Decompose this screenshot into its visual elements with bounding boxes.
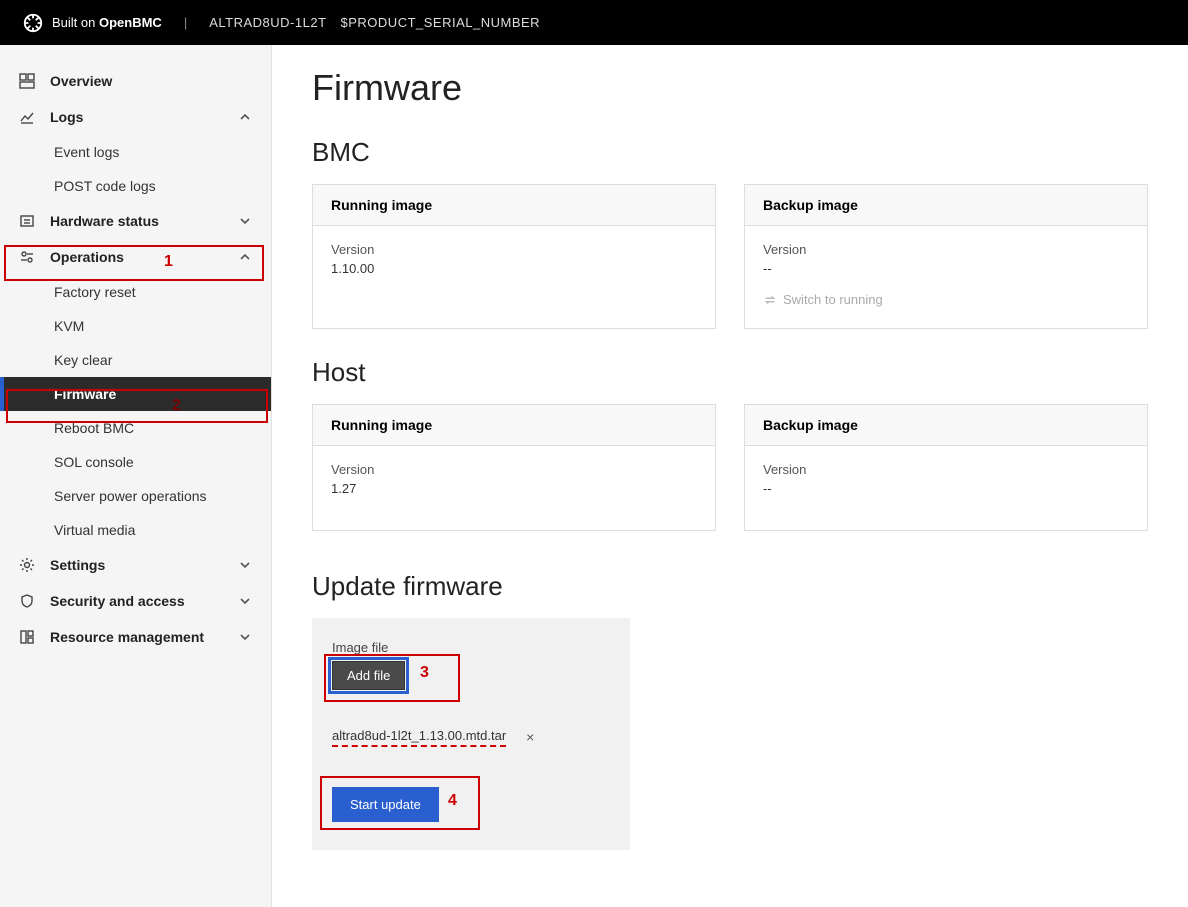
annotation-number-3: 3 (420, 664, 429, 682)
sidebar-item-event-logs[interactable]: Event logs (0, 135, 271, 169)
switch-to-running-label: Switch to running (783, 292, 883, 307)
host-backup-title: Backup image (745, 405, 1147, 446)
host-running-card: Running image Version 1.27 (312, 404, 716, 531)
sidebar-item-operations[interactable]: Operations (0, 239, 271, 275)
chevron-down-icon (239, 631, 253, 643)
host-backup-card: Backup image Version -- (744, 404, 1148, 531)
bmc-running-version: 1.10.00 (331, 261, 697, 276)
sidebar-item-key-clear[interactable]: Key clear (0, 343, 271, 377)
chevron-down-icon (239, 215, 253, 227)
sidebar-item-sol-console[interactable]: SOL console (0, 445, 271, 479)
header-separator: | (184, 15, 187, 30)
update-firmware-panel: Image file Add file altrad8ud-1l2t_1.13.… (312, 618, 630, 850)
settings-label: Settings (50, 557, 225, 573)
sidebar-item-server-power-operations[interactable]: Server power operations (0, 479, 271, 513)
main-content: Firmware BMC Running image Version 1.10.… (272, 45, 1188, 907)
sidebar-item-post-code-logs[interactable]: POST code logs (0, 169, 271, 203)
sidebar-item-factory-reset[interactable]: Factory reset (0, 275, 271, 309)
host-running-version: 1.27 (331, 481, 697, 496)
settings-icon (18, 557, 36, 573)
resource-icon (18, 629, 36, 645)
chevron-up-icon (239, 111, 253, 123)
overview-icon (18, 73, 36, 89)
bmc-running-card: Running image Version 1.10.00 (312, 184, 716, 329)
top-header: Built on OpenBMC | ALTRAD8UD-1L2T $PRODU… (0, 0, 1188, 45)
sidebar-item-virtual-media[interactable]: Virtual media (0, 513, 271, 547)
openbmc-logo-icon (22, 12, 44, 34)
overview-label: Overview (50, 73, 253, 89)
brand-text: Built on OpenBMC (52, 15, 162, 30)
sidebar-item-firmware[interactable]: Firmware (0, 377, 271, 411)
header-serial: $PRODUCT_SERIAL_NUMBER (341, 15, 541, 30)
bmc-running-title: Running image (313, 185, 715, 226)
page-title: Firmware (312, 67, 1148, 109)
sidebar-item-settings[interactable]: Settings (0, 547, 271, 583)
update-firmware-heading: Update firmware (312, 571, 1148, 602)
sidebar-item-overview[interactable]: Overview (0, 63, 271, 99)
host-running-version-label: Version (331, 462, 697, 477)
sidebar-item-hardware-status[interactable]: Hardware status (0, 203, 271, 239)
sidebar-item-resource-management[interactable]: Resource management (0, 619, 271, 655)
bmc-backup-title: Backup image (745, 185, 1147, 226)
chevron-up-icon (239, 251, 253, 263)
hardware-label: Hardware status (50, 213, 225, 229)
logs-label: Logs (50, 109, 225, 125)
clear-file-button[interactable]: × (526, 729, 534, 745)
add-file-button[interactable]: Add file (332, 661, 405, 690)
image-file-label: Image file (332, 640, 610, 655)
header-model: ALTRAD8UD-1L2T (209, 15, 326, 30)
shield-icon (18, 593, 36, 609)
brand: Built on OpenBMC (22, 12, 162, 34)
sidebar-item-reboot-bmc[interactable]: Reboot BMC (0, 411, 271, 445)
sidebar-item-kvm[interactable]: KVM (0, 309, 271, 343)
operations-label: Operations (50, 249, 225, 265)
host-running-title: Running image (313, 405, 715, 446)
host-backup-version: -- (763, 481, 1129, 496)
resource-label: Resource management (50, 629, 225, 645)
host-heading: Host (312, 357, 1148, 388)
chevron-down-icon (239, 559, 253, 571)
security-label: Security and access (50, 593, 225, 609)
bmc-backup-version-label: Version (763, 242, 1129, 257)
hardware-icon (18, 213, 36, 229)
sidebar-item-logs[interactable]: Logs (0, 99, 271, 135)
bmc-heading: BMC (312, 137, 1148, 168)
switch-to-running-button[interactable]: Switch to running (763, 292, 883, 307)
start-update-button[interactable]: Start update (332, 787, 439, 822)
annotation-number-1: 1 (164, 253, 173, 271)
bmc-backup-version: -- (763, 261, 1129, 276)
annotation-number-2: 2 (172, 397, 181, 415)
sidebar-item-security[interactable]: Security and access (0, 583, 271, 619)
chevron-down-icon (239, 595, 253, 607)
operations-icon (18, 249, 36, 265)
selected-file-name: altrad8ud-1l2t_1.13.00.mtd.tar (332, 728, 506, 747)
host-backup-version-label: Version (763, 462, 1129, 477)
swap-icon (763, 293, 777, 307)
bmc-running-version-label: Version (331, 242, 697, 257)
logs-icon (18, 109, 36, 125)
sidebar: Overview Logs Event logs POST code logs … (0, 45, 272, 907)
bmc-backup-card: Backup image Version -- Switch to runnin… (744, 184, 1148, 329)
annotation-number-4: 4 (448, 792, 457, 810)
